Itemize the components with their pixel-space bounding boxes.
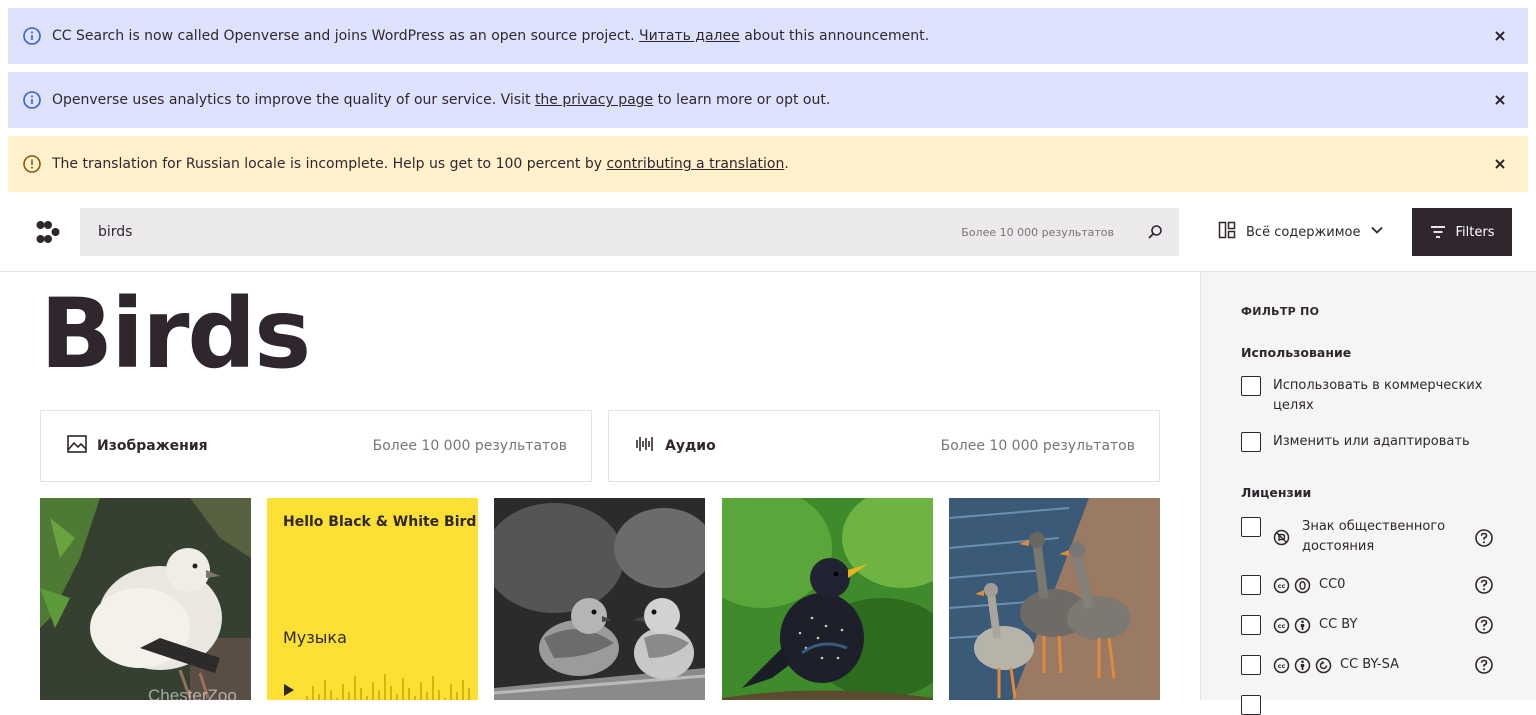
filter-cc-by-sa-label: CC BY-SA: [1340, 657, 1399, 672]
search-result-count: Более 10 000 результатов: [961, 225, 1114, 239]
audio-card[interactable]: Аудио Более 10 000 результатов: [608, 410, 1160, 482]
checkbox-cc-by[interactable]: [1241, 615, 1261, 635]
read-more-link[interactable]: Читать далее: [639, 28, 740, 44]
images-card[interactable]: Изображения Более 10 000 результатов: [40, 410, 592, 482]
filter-sidebar: ФИЛЬТР ПО Использование Использовать в к…: [1200, 272, 1536, 715]
search-icon[interactable]: [1145, 222, 1165, 242]
content-type-icon: [1218, 221, 1236, 243]
attribution-icon: [1294, 657, 1311, 674]
checkbox-pdm[interactable]: [1241, 517, 1261, 537]
help-icon[interactable]: [1474, 615, 1494, 635]
content-type-label: Всё содержимое: [1246, 224, 1361, 240]
filter-modify-label: Изменить или адаптировать: [1273, 434, 1470, 449]
audio-waveform-icon: [635, 435, 655, 457]
help-icon[interactable]: [1474, 528, 1494, 548]
content-type-select[interactable]: Всё содержимое: [1208, 208, 1398, 256]
image-icon: [67, 435, 87, 457]
image-result-geese[interactable]: [949, 498, 1160, 700]
share-alike-icon: [1315, 657, 1332, 674]
checkbox-modify[interactable]: [1241, 432, 1261, 452]
banner-text: The translation for Russian locale is in…: [52, 156, 789, 172]
filter-icon: [1430, 226, 1445, 238]
banner-text: CC Search is now called Openverse and jo…: [52, 28, 930, 44]
pdm-icon: [1273, 529, 1294, 546]
filter-next-license: [1241, 695, 1501, 715]
filter-cc0: cc CC0: [1241, 575, 1501, 595]
checkbox-cc-by-sa[interactable]: [1241, 655, 1261, 675]
images-card-title: Изображения: [97, 438, 208, 454]
image-watermark: ChesterZoo: [148, 686, 237, 700]
svg-text:cc: cc: [1278, 622, 1286, 630]
svg-text:cc: cc: [1278, 582, 1286, 590]
filter-commercial: Использовать в коммерческих целях: [1241, 376, 1501, 416]
privacy-page-link[interactable]: the privacy page: [535, 92, 653, 108]
images-card-count: Более 10 000 результатов: [372, 438, 567, 454]
search-bar: Более 10 000 результатов: [80, 208, 1179, 256]
cc-by-icons: cc: [1273, 617, 1315, 634]
close-icon[interactable]: [1480, 80, 1520, 120]
filter-cc-by-sa: cc CC BY-SA: [1241, 655, 1501, 675]
cc0-icons: cc: [1273, 577, 1315, 594]
info-icon: [22, 90, 42, 110]
filter-commercial-label: Использовать в коммерческих целях: [1273, 378, 1483, 413]
help-icon[interactable]: [1474, 575, 1494, 595]
filter-modify: Изменить или адаптировать: [1241, 432, 1501, 452]
main-content: Birds Изображения Более 10 000 результат…: [0, 272, 1200, 700]
play-icon[interactable]: [283, 682, 295, 700]
close-icon[interactable]: [1480, 144, 1520, 184]
checkbox-next-license[interactable]: [1241, 695, 1261, 715]
contribute-translation-link[interactable]: contributing a translation: [606, 156, 784, 172]
filter-cc-by-label: CC BY: [1319, 617, 1358, 632]
help-icon[interactable]: [1474, 655, 1494, 675]
close-icon[interactable]: [1480, 16, 1520, 56]
checkbox-cc0[interactable]: [1241, 575, 1261, 595]
warning-icon: [22, 154, 42, 174]
audio-genre: Музыка: [283, 628, 347, 647]
audio-card-title: Аудио: [665, 438, 716, 454]
search-input[interactable]: [80, 208, 880, 256]
cc-icon: cc: [1273, 657, 1290, 674]
image-result-dove[interactable]: ChesterZoo: [40, 498, 251, 700]
image-result-sparrows[interactable]: [494, 498, 705, 700]
filter-pdm-label: Знак общественного достояния: [1302, 519, 1446, 554]
filter-pdm: Знак общественного достояния: [1241, 517, 1501, 557]
filters-button[interactable]: Filters: [1412, 208, 1512, 256]
audio-result-tile[interactable]: Hello Black & White Bird Музыка: [267, 498, 478, 700]
info-icon: [22, 26, 42, 46]
audio-title: Hello Black & White Bird: [283, 514, 477, 530]
openverse-logo-icon[interactable]: [36, 220, 60, 244]
filter-cc-by: cc CC BY: [1241, 615, 1501, 635]
translation-banner: The translation for Russian locale is in…: [8, 136, 1528, 192]
chevron-down-icon: [1370, 223, 1384, 241]
attribution-icon: [1294, 617, 1311, 634]
filters-label: Filters: [1455, 224, 1495, 240]
cc-icon: cc: [1273, 577, 1290, 594]
analytics-banner: Openverse uses analytics to improve the …: [8, 72, 1528, 128]
cc-by-sa-icons: cc: [1273, 657, 1336, 674]
licenses-section-title: Лицензии: [1241, 485, 1312, 500]
checkbox-commercial[interactable]: [1241, 376, 1261, 396]
filter-cc0-label: CC0: [1319, 577, 1346, 592]
header: Более 10 000 результатов Всё содержимое …: [0, 192, 1536, 272]
audio-waveform: [306, 674, 470, 700]
image-result-starling[interactable]: [722, 498, 933, 700]
audio-card-count: Более 10 000 результатов: [940, 438, 1135, 454]
filter-heading: ФИЛЬТР ПО: [1241, 305, 1320, 318]
zero-icon: [1294, 577, 1311, 594]
announcement-banner: CC Search is now called Openverse and jo…: [8, 8, 1528, 64]
svg-text:cc: cc: [1278, 662, 1286, 670]
usage-section-title: Использование: [1241, 345, 1352, 360]
banner-text: Openverse uses analytics to improve the …: [52, 92, 831, 108]
page-title: Birds: [40, 278, 311, 390]
cc-icon: cc: [1273, 617, 1290, 634]
